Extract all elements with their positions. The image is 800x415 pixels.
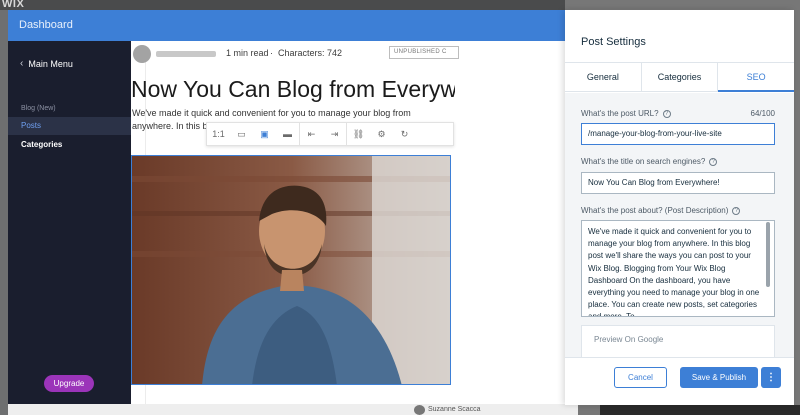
hero-image[interactable] [131, 155, 451, 385]
image-toolbar: 1:1 ▭ ▣ ▬ ⇤ ⇥ ⛓ ⚙ ↻ [206, 122, 454, 146]
settings-tabs: General Categories SEO [565, 62, 794, 92]
save-and-publish-button[interactable]: Save & Publish [680, 367, 758, 388]
info-icon[interactable]: ? [732, 206, 741, 215]
url-label-text: What's the post URL? [581, 109, 659, 118]
character-count: · Characters: 742 [270, 48, 343, 58]
byline-avatar [414, 405, 425, 415]
original-size-icon[interactable]: 1:1 [207, 122, 230, 146]
man-at-desk-photo [132, 156, 450, 384]
settings-icon[interactable]: ⚙ [370, 122, 393, 146]
seo-title-label-text: What's the title on search engines? [581, 157, 706, 166]
post-url-input[interactable]: /manage-your-blog-from-your-live-site [581, 123, 775, 145]
upgrade-button[interactable]: Upgrade [44, 375, 94, 392]
tab-seo[interactable]: SEO [718, 63, 794, 92]
dashboard-window: Dashboard ‹ Main Menu Blog (New) Posts C… [8, 10, 578, 415]
replace-icon[interactable]: ↻ [393, 122, 416, 146]
info-icon[interactable]: ? [709, 157, 718, 166]
main-menu-label: Main Menu [28, 58, 73, 69]
dashboard-title: Dashboard [19, 19, 73, 31]
seo-settings-body: What's the post URL? ? 64/100 /manage-yo… [565, 93, 794, 357]
description-label: What's the post about? (Post Description… [581, 206, 741, 215]
more-options-icon[interactable]: ⋮ [761, 367, 781, 388]
tab-categories[interactable]: Categories [642, 63, 719, 91]
panel-footer: Cancel Save & Publish ⋮ [565, 357, 794, 405]
google-preview-box: Preview On Google [581, 325, 775, 357]
seo-title-label: What's the title on search engines? ? [581, 157, 718, 166]
align-right-icon[interactable]: ⇥ [323, 122, 346, 146]
sidebar-item-label: Posts [21, 121, 42, 130]
byline-author: Suzanne Scacca [428, 406, 481, 413]
panel-title: Post Settings [581, 36, 646, 48]
sidebar-item-posts[interactable]: Posts [8, 117, 131, 135]
align-small-icon[interactable]: ▭ [230, 122, 253, 146]
wix-logo: WIX [2, 0, 25, 10]
google-preview-label: Preview On Google [594, 335, 664, 344]
seo-title-input[interactable]: Now You Can Blog from Everywhere! [581, 172, 775, 194]
author-avatar [133, 45, 151, 63]
post-title[interactable]: Now You Can Blog from Everyw [131, 76, 455, 103]
url-label: What's the post URL? ? [581, 109, 671, 118]
textarea-scrollbar[interactable] [766, 222, 770, 287]
post-settings-panel: Post Settings General Categories SEO Wha… [565, 10, 794, 405]
best-fit-icon[interactable]: ▣ [253, 122, 276, 146]
cancel-button[interactable]: Cancel [614, 367, 667, 388]
full-width-icon[interactable]: ▬ [276, 122, 299, 146]
read-time: 1 min read [226, 48, 269, 58]
status-badge: UNPUBLISHED C [389, 46, 459, 59]
description-label-text: What's the post about? (Post Description… [581, 206, 729, 215]
character-count-text: Characters: 742 [278, 48, 343, 58]
main-menu-link[interactable]: ‹ Main Menu [20, 58, 73, 69]
sidebar-item-categories[interactable]: Categories [21, 140, 62, 149]
info-icon[interactable]: ? [662, 109, 671, 118]
tab-general[interactable]: General [565, 63, 642, 91]
canvas-bottom-edge [8, 404, 578, 415]
sidebar: ‹ Main Menu Blog (New) Posts Categories … [8, 41, 131, 415]
bottom-bar [600, 405, 800, 415]
sidebar-section-label: Blog (New) [21, 105, 56, 112]
chevron-left-icon: ‹ [20, 58, 24, 69]
link-icon[interactable]: ⛓ [347, 122, 370, 146]
author-name-blurred [156, 51, 216, 57]
url-char-count: 64/100 [750, 109, 775, 118]
align-left-icon[interactable]: ⇤ [300, 122, 323, 146]
dashboard-header: Dashboard [8, 10, 578, 41]
post-description-textarea[interactable]: We've made it quick and convenient for y… [581, 220, 775, 317]
